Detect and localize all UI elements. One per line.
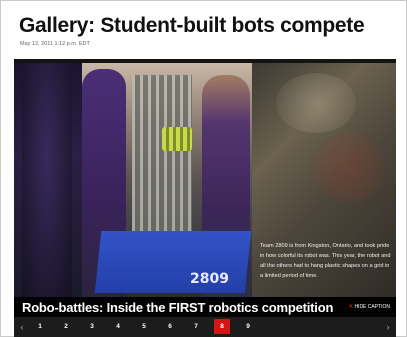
- photo-blurred-figure: [22, 63, 72, 297]
- x-icon: ✕: [348, 304, 354, 310]
- slide-title: Robo-battles: Inside the FIRST robotics …: [22, 300, 334, 315]
- robot-tower: [132, 75, 192, 257]
- page-number-1[interactable]: 1: [32, 319, 48, 334]
- page-number-2[interactable]: 2: [58, 319, 74, 334]
- hide-caption-label: HIDE CAPTION: [354, 304, 390, 310]
- page-number-9[interactable]: 9: [240, 319, 256, 334]
- page-frame: Gallery: Student-built bots compete May …: [0, 0, 407, 337]
- photo-light-glow: [276, 73, 356, 133]
- page-number-8[interactable]: 8: [214, 319, 230, 334]
- chevron-right-icon[interactable]: ›: [383, 321, 393, 333]
- photo-gallery: 2809 Team 2809 is from Kingston, Ontario…: [14, 59, 396, 337]
- dateline: May 12, 2011 1:12 p.m. EDT: [20, 41, 90, 47]
- gallery-photo[interactable]: 2809 Team 2809 is from Kingston, Ontario…: [14, 63, 396, 297]
- photo-caption: Team 2809 is from Kingston, Ontario, and…: [260, 243, 391, 279]
- page-number-7[interactable]: 7: [188, 319, 204, 334]
- slide-title-bar: Robo-battles: Inside the FIRST robotics …: [14, 297, 396, 317]
- photo-red-glow: [314, 133, 384, 203]
- robot-number: 2809: [190, 271, 229, 287]
- gallery-pager: ‹ 123456789 ›: [14, 317, 396, 337]
- chevron-left-icon[interactable]: ‹: [17, 321, 27, 333]
- page-title: Gallery: Student-built bots compete: [19, 14, 365, 37]
- page-number-4[interactable]: 4: [110, 319, 126, 334]
- hide-caption-button[interactable]: ✕HIDE CAPTION: [348, 303, 390, 310]
- page-list: 123456789: [32, 319, 266, 334]
- page-number-3[interactable]: 3: [84, 319, 100, 334]
- page-number-6[interactable]: 6: [162, 319, 178, 334]
- robot-gears: [162, 127, 192, 151]
- page-number-5[interactable]: 5: [136, 319, 152, 334]
